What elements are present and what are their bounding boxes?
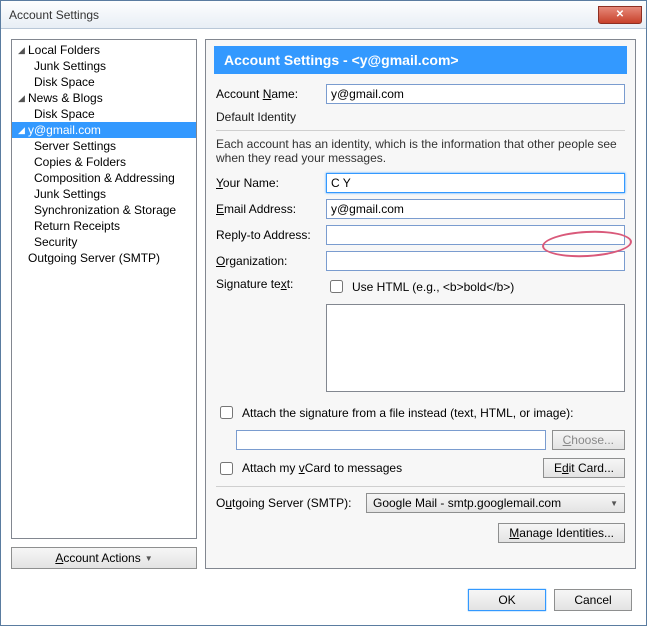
- email-row: Email Address:: [216, 199, 625, 219]
- tree-pane: ◢ Local Folders Junk Settings Disk Space…: [11, 39, 197, 569]
- window-title: Account Settings: [9, 8, 99, 22]
- attach-vcard-row: Attach my vCard to messages Edit Card...: [216, 458, 625, 478]
- sig-file-row: Choose...: [216, 430, 625, 450]
- smtp-value: Google Mail - smtp.googlemail.com: [373, 496, 561, 510]
- tree-local-disk[interactable]: Disk Space: [12, 74, 196, 90]
- reply-to-input[interactable]: [326, 225, 625, 245]
- tree-composition-addressing[interactable]: Composition & Addressing: [12, 170, 196, 186]
- identity-title: Default Identity: [216, 110, 625, 124]
- account-actions-button[interactable]: Account Actions ▼: [11, 547, 197, 569]
- chevron-down-icon: ▼: [610, 499, 618, 508]
- signature-label: Signature text:: [216, 277, 326, 291]
- account-name-input[interactable]: [326, 84, 625, 104]
- attach-sig-checkbox[interactable]: [220, 406, 233, 419]
- titlebar: Account Settings ✕: [1, 1, 646, 29]
- chevron-down-icon: ▼: [145, 554, 153, 563]
- tree-return-receipts[interactable]: Return Receipts: [12, 218, 196, 234]
- organization-row: Organization:: [216, 251, 625, 271]
- smtp-row: Outgoing Server (SMTP): Google Mail - sm…: [216, 493, 625, 513]
- signature-textarea[interactable]: [326, 304, 625, 392]
- smtp-select[interactable]: Google Mail - smtp.googlemail.com ▼: [366, 493, 625, 513]
- account-tree[interactable]: ◢ Local Folders Junk Settings Disk Space…: [11, 39, 197, 539]
- use-html-label: Use HTML (e.g., <b>bold</b>): [352, 280, 514, 294]
- divider: [216, 130, 625, 131]
- sig-file-input: [236, 430, 546, 450]
- close-button[interactable]: ✕: [598, 6, 642, 24]
- email-input[interactable]: [326, 199, 625, 219]
- attach-vcard-checkbox[interactable]: [220, 462, 233, 475]
- tree-outgoing-smtp[interactable]: Outgoing Server (SMTP): [12, 250, 196, 266]
- tree-news-blogs[interactable]: ◢ News & Blogs: [12, 90, 196, 106]
- tree-local-junk[interactable]: Junk Settings: [12, 58, 196, 74]
- tree-local-folders[interactable]: ◢ Local Folders: [12, 42, 196, 58]
- chevron-down-icon: ◢: [18, 93, 28, 104]
- choose-button[interactable]: Choose...: [552, 430, 625, 450]
- attach-sig-label: Attach the signature from a file instead…: [242, 406, 573, 420]
- edit-card-button[interactable]: Edit Card...: [543, 458, 625, 478]
- identity-desc: Each account has an identity, which is t…: [216, 137, 625, 165]
- organization-label: Organization:: [216, 254, 326, 268]
- tree-server-settings[interactable]: Server Settings: [12, 138, 196, 154]
- dialog-window: Account Settings ✕ ◢ Local Folders Junk …: [0, 0, 647, 626]
- your-name-row: Your Name:: [216, 173, 625, 193]
- dialog-footer: OK Cancel: [1, 579, 646, 625]
- tree-security[interactable]: Security: [12, 234, 196, 250]
- manage-identities-row: Manage Identities...: [216, 523, 625, 543]
- your-name-label: Your Name:: [216, 176, 326, 190]
- reply-to-label: Reply-to Address:: [216, 228, 326, 242]
- content-area: ◢ Local Folders Junk Settings Disk Space…: [1, 29, 646, 579]
- account-name-label: Account Name:: [216, 87, 326, 101]
- settings-panel: Account Settings - <y@gmail.com> Account…: [205, 39, 636, 569]
- manage-identities-button[interactable]: Manage Identities...: [498, 523, 625, 543]
- tree-sync-storage[interactable]: Synchronization & Storage: [12, 202, 196, 218]
- ok-button[interactable]: OK: [468, 589, 546, 611]
- close-icon: ✕: [616, 9, 624, 20]
- chevron-down-icon: ◢: [18, 125, 28, 136]
- account-actions-label: Account Actions: [55, 551, 140, 565]
- tree-news-disk[interactable]: Disk Space: [12, 106, 196, 122]
- attach-vcard-label: Attach my vCard to messages: [242, 461, 402, 475]
- organization-input[interactable]: [326, 251, 625, 271]
- attach-sig-row: Attach the signature from a file instead…: [216, 403, 625, 422]
- tree-junk-settings[interactable]: Junk Settings: [12, 186, 196, 202]
- cancel-button[interactable]: Cancel: [554, 589, 632, 611]
- tree-copies-folders[interactable]: Copies & Folders: [12, 154, 196, 170]
- use-html-row: Use HTML (e.g., <b>bold</b>): [326, 277, 625, 296]
- your-name-input[interactable]: [326, 173, 625, 193]
- account-name-row: Account Name:: [216, 84, 625, 104]
- tree-account-gmail[interactable]: ◢ y@gmail.com: [12, 122, 196, 138]
- use-html-checkbox[interactable]: [330, 280, 343, 293]
- smtp-label: Outgoing Server (SMTP):: [216, 496, 366, 510]
- panel-header: Account Settings - <y@gmail.com>: [214, 46, 627, 74]
- reply-to-row: Reply-to Address:: [216, 225, 625, 245]
- email-label: Email Address:: [216, 202, 326, 216]
- chevron-down-icon: ◢: [18, 45, 28, 56]
- divider: [216, 486, 625, 487]
- signature-row: Signature text: Use HTML (e.g., <b>bold<…: [216, 277, 625, 395]
